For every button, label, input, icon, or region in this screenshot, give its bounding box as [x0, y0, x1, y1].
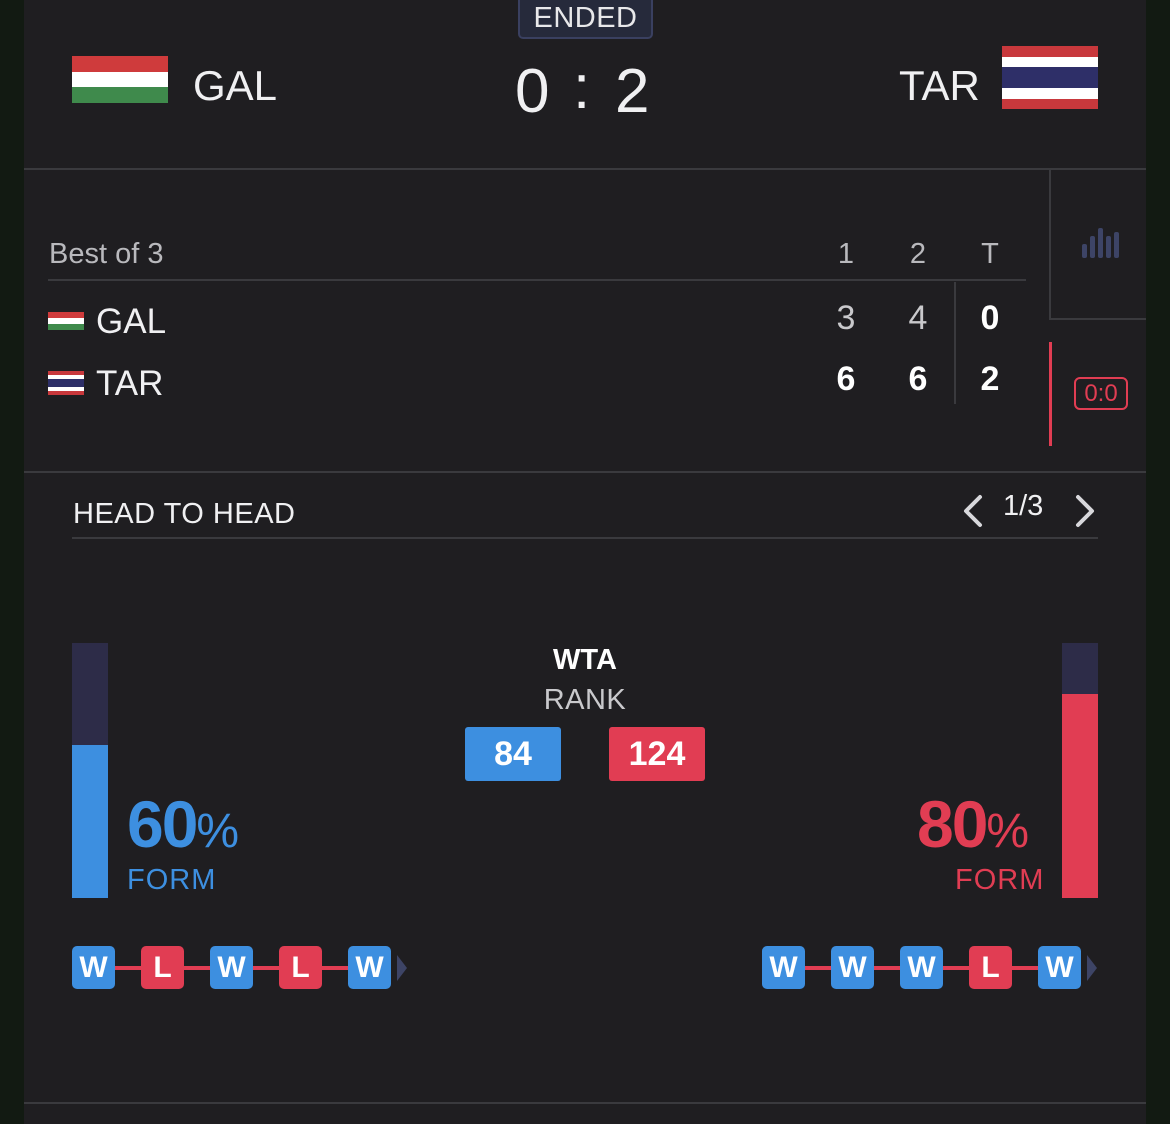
statistics-icon[interactable] — [1082, 228, 1119, 258]
bottom-divider — [24, 1102, 1146, 1104]
section-divider — [24, 471, 1146, 473]
chevron-left-icon[interactable] — [960, 494, 990, 528]
set-2-header: 2 — [909, 238, 927, 270]
ranking-organization: WTA — [553, 644, 617, 676]
chevron-right-icon[interactable] — [1068, 494, 1098, 528]
match-status-badge: ENDED — [518, 0, 653, 39]
streak-connector — [253, 965, 279, 970]
home-result-3[interactable]: W — [210, 946, 253, 989]
match-format-label: Best of 3 — [49, 238, 164, 270]
home-form-fill — [72, 745, 108, 898]
head-to-head-pager: 1/3 — [1003, 490, 1044, 522]
home-total: 0 — [980, 299, 1000, 337]
away-result-2[interactable]: W — [831, 946, 874, 989]
streak-arrow-icon — [1087, 954, 1097, 981]
home-score: 0 — [515, 57, 550, 126]
thailand-flag-icon — [48, 371, 84, 395]
active-tab-indicator — [1049, 342, 1052, 446]
streak-connector — [1012, 965, 1038, 970]
home-result-1[interactable]: W — [72, 946, 115, 989]
home-form-bar — [72, 643, 108, 898]
away-rank: 124 — [609, 727, 705, 781]
home-form-percent: 60% — [127, 787, 240, 861]
home-result-2[interactable]: L — [141, 946, 184, 989]
away-result-5[interactable]: W — [1038, 946, 1081, 989]
home-set-2: 4 — [908, 299, 928, 337]
away-set-1: 6 — [836, 360, 856, 398]
thailand-flag-icon — [1002, 46, 1098, 109]
home-rank: 84 — [465, 727, 561, 781]
away-set-2: 6 — [908, 360, 928, 398]
home-team-name: GAL — [193, 62, 278, 109]
streak-arrow-icon — [397, 954, 407, 981]
scoreboard-away-team: TAR — [96, 364, 164, 403]
total-column-divider — [954, 282, 956, 404]
streak-connector — [805, 965, 831, 970]
away-score: 2 — [615, 57, 650, 126]
away-form-label: FORM — [955, 864, 1045, 896]
head-to-head-divider — [72, 537, 1098, 539]
away-total: 2 — [980, 360, 1000, 398]
streak-connector — [943, 965, 969, 970]
home-form-label: FORM — [127, 864, 217, 896]
hungary-flag-icon — [72, 56, 168, 104]
away-team-name: TAR — [899, 62, 980, 109]
header-divider — [24, 168, 1146, 170]
head-to-head-title: HEAD TO HEAD — [73, 498, 296, 530]
away-form-bar — [1062, 643, 1098, 898]
away-result-4[interactable]: L — [969, 946, 1012, 989]
scoreboard-icon[interactable]: 0:0 — [1074, 377, 1128, 410]
away-result-3[interactable]: W — [900, 946, 943, 989]
away-form-streak: WWWLW — [762, 946, 1097, 989]
away-result-1[interactable]: W — [762, 946, 805, 989]
hungary-flag-icon — [48, 312, 84, 330]
home-result-4[interactable]: L — [279, 946, 322, 989]
streak-connector — [322, 965, 348, 970]
home-result-5[interactable]: W — [348, 946, 391, 989]
total-header: T — [981, 238, 999, 270]
home-form-streak: WLWLW — [72, 946, 407, 989]
side-tab-divider — [1049, 170, 1051, 320]
home-set-1: 3 — [836, 299, 856, 337]
scoreboard-home-team: GAL — [96, 302, 167, 341]
set-1-header: 1 — [837, 238, 855, 270]
streak-connector — [115, 965, 141, 970]
ranking-label: RANK — [543, 684, 627, 716]
score-separator: : — [573, 53, 591, 122]
away-form-fill — [1062, 694, 1098, 898]
streak-connector — [874, 965, 900, 970]
side-tab-separator — [1049, 318, 1146, 320]
scoreboard-header-divider — [48, 279, 1026, 281]
streak-connector — [184, 965, 210, 970]
away-form-percent: 80% — [917, 787, 1030, 861]
